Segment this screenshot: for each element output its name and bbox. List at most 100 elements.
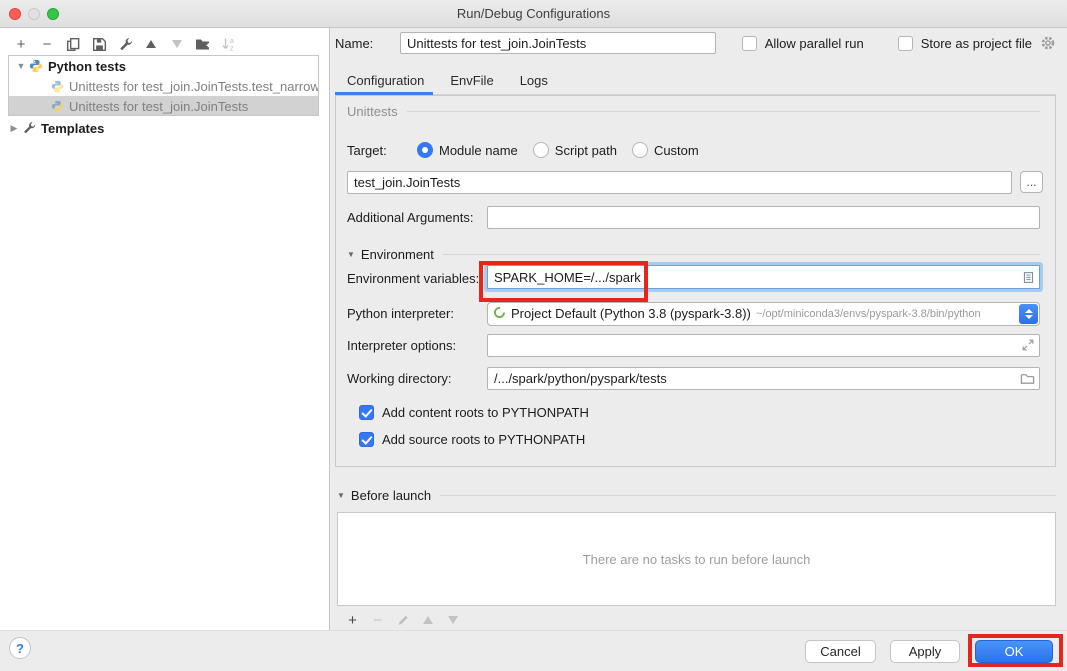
expand-field-icon[interactable]: [1021, 338, 1035, 355]
save-configuration-icon[interactable]: [86, 34, 112, 54]
interpreter-options-row: Interpreter options:: [347, 333, 1040, 357]
configurations-tree: ▼ Python tests Unittests for test_join.J…: [8, 55, 319, 116]
additional-arguments-label: Additional Arguments:: [347, 210, 487, 225]
tree-node-templates[interactable]: ▶ Templates: [8, 118, 319, 138]
python-interpreter-row: Python interpreter: Project Default (Pyt…: [347, 301, 1040, 326]
python-interpreter-label: Python interpreter:: [347, 306, 487, 321]
move-task-down-icon[interactable]: [440, 610, 465, 630]
source-roots-label: Add source roots to PYTHONPATH: [382, 432, 585, 447]
edit-templates-icon[interactable]: [112, 34, 138, 54]
python-tests-icon: [29, 59, 43, 73]
svg-text:z: z: [230, 46, 234, 53]
move-up-icon[interactable]: [138, 34, 164, 54]
target-option-custom[interactable]: Custom: [632, 142, 699, 158]
tree-node-python-tests[interactable]: ▼ Python tests: [9, 56, 318, 76]
expand-arrow-icon[interactable]: ▼: [15, 61, 27, 71]
folder-browse-icon[interactable]: [1020, 371, 1035, 389]
section-collapse-icon[interactable]: ▼: [337, 491, 345, 500]
environment-variables-label: Environment variables:: [347, 271, 487, 286]
new-folder-icon[interactable]: [190, 34, 216, 54]
sidebar-toolbar: + − az: [8, 34, 242, 54]
source-roots-checkbox[interactable]: [359, 432, 374, 447]
svg-text:a: a: [230, 38, 234, 45]
radio-module-name[interactable]: [417, 142, 433, 158]
python-interpreter-select[interactable]: Project Default (Python 3.8 (pyspark-3.8…: [487, 302, 1040, 326]
python-test-icon: [51, 80, 64, 93]
titlebar: Run/Debug Configurations: [0, 0, 1067, 28]
sort-configurations-icon[interactable]: az: [216, 34, 242, 54]
before-launch-header[interactable]: ▼ Before launch: [337, 488, 1056, 503]
tree-node-label: Unittests for test_join.JoinTests: [69, 99, 248, 114]
content-roots-checkbox[interactable]: [359, 405, 374, 420]
environment-section-header[interactable]: ▼ Environment: [347, 247, 1040, 262]
before-launch-task-list: There are no tasks to run before launch: [337, 512, 1056, 606]
interpreter-path: ~/opt/miniconda3/envs/pyspark-3.8/bin/py…: [756, 308, 981, 320]
apply-button[interactable]: Apply: [890, 640, 960, 663]
help-button[interactable]: ?: [9, 637, 31, 659]
name-input[interactable]: [400, 32, 716, 54]
edit-task-icon[interactable]: [390, 610, 415, 630]
working-directory-input[interactable]: [487, 367, 1040, 390]
environment-variables-input[interactable]: [487, 265, 1040, 289]
remove-configuration-button[interactable]: −: [34, 34, 60, 54]
python-test-icon: [51, 100, 64, 113]
templates-wrench-icon: [22, 121, 36, 135]
section-collapse-icon[interactable]: ▼: [347, 250, 355, 259]
copy-configuration-icon[interactable]: [60, 34, 86, 54]
edit-env-vars-icon[interactable]: [1022, 271, 1035, 287]
store-as-project-file-checkbox[interactable]: [898, 36, 913, 51]
interpreter-options-label: Interpreter options:: [347, 338, 487, 353]
before-launch-toolbar: + −: [340, 610, 465, 630]
name-label: Name:: [335, 36, 400, 51]
configuration-panel: Unittests Target: Module name Script pat…: [335, 95, 1056, 467]
tab-logs[interactable]: Logs: [507, 69, 561, 97]
browse-target-button[interactable]: ...: [1020, 171, 1043, 193]
unittests-section-label: Unittests: [347, 104, 398, 119]
interpreter-env-icon: [493, 306, 506, 322]
tree-node-label: Python tests: [48, 59, 126, 74]
content-roots-label: Add content roots to PYTHONPATH: [382, 405, 589, 420]
target-value-input[interactable]: [347, 171, 1012, 194]
unittests-section-header: Unittests: [347, 104, 1040, 119]
move-down-icon[interactable]: [164, 34, 190, 54]
cancel-button[interactable]: Cancel: [805, 640, 876, 663]
before-launch-label: Before launch: [351, 488, 431, 503]
target-value-row: ...: [347, 170, 1043, 194]
run-debug-configurations-dialog: Run/Debug Configurations + − az: [0, 0, 1067, 671]
interpreter-dropdown-button[interactable]: [1019, 304, 1038, 324]
content-roots-row[interactable]: Add content roots to PYTHONPATH: [351, 404, 1040, 420]
working-directory-row: Working directory:: [347, 366, 1040, 390]
target-label: Target:: [347, 143, 417, 158]
target-option-script-path[interactable]: Script path: [533, 142, 617, 158]
collapse-arrow-icon[interactable]: ▶: [8, 123, 20, 134]
allow-parallel-run-checkbox[interactable]: [742, 36, 757, 51]
source-roots-row[interactable]: Add source roots to PYTHONPATH: [351, 431, 1040, 447]
window-title: Run/Debug Configurations: [0, 6, 1067, 21]
store-as-project-file-label: Store as project file: [921, 36, 1032, 51]
ok-button[interactable]: OK: [975, 640, 1053, 663]
target-row: Target: Module name Script path Custom: [347, 140, 1040, 160]
additional-arguments-input[interactable]: [487, 206, 1040, 229]
tab-envfile[interactable]: EnvFile: [437, 69, 506, 97]
before-launch-empty-text: There are no tasks to run before launch: [583, 552, 811, 567]
tree-node-test-narrow[interactable]: Unittests for test_join.JoinTests.test_n…: [9, 76, 318, 96]
tree-node-label: Unittests for test_join.JoinTests.test_n…: [69, 79, 318, 94]
add-configuration-button[interactable]: +: [8, 34, 34, 54]
tree-node-label: Templates: [41, 121, 104, 136]
configurations-sidebar: + − az ▼: [0, 28, 330, 630]
radio-custom[interactable]: [632, 142, 648, 158]
environment-variables-row: Environment variables:: [347, 264, 1040, 292]
move-task-up-icon[interactable]: [415, 610, 440, 630]
working-directory-label: Working directory:: [347, 371, 487, 386]
tree-node-jointests-selected[interactable]: Unittests for test_join.JoinTests: [9, 96, 318, 116]
dialog-footer: ? Cancel Apply OK: [0, 630, 1067, 671]
store-options-gear-icon[interactable]: [1040, 35, 1056, 51]
target-option-module-name[interactable]: Module name: [417, 142, 518, 158]
interpreter-options-input[interactable]: [487, 334, 1040, 357]
add-task-button[interactable]: +: [340, 610, 365, 630]
additional-arguments-row: Additional Arguments:: [347, 205, 1040, 229]
remove-task-button[interactable]: −: [365, 610, 390, 630]
interpreter-value: Project Default (Python 3.8 (pyspark-3.8…: [511, 306, 751, 321]
radio-script-path[interactable]: [533, 142, 549, 158]
environment-section-label: Environment: [361, 247, 434, 262]
